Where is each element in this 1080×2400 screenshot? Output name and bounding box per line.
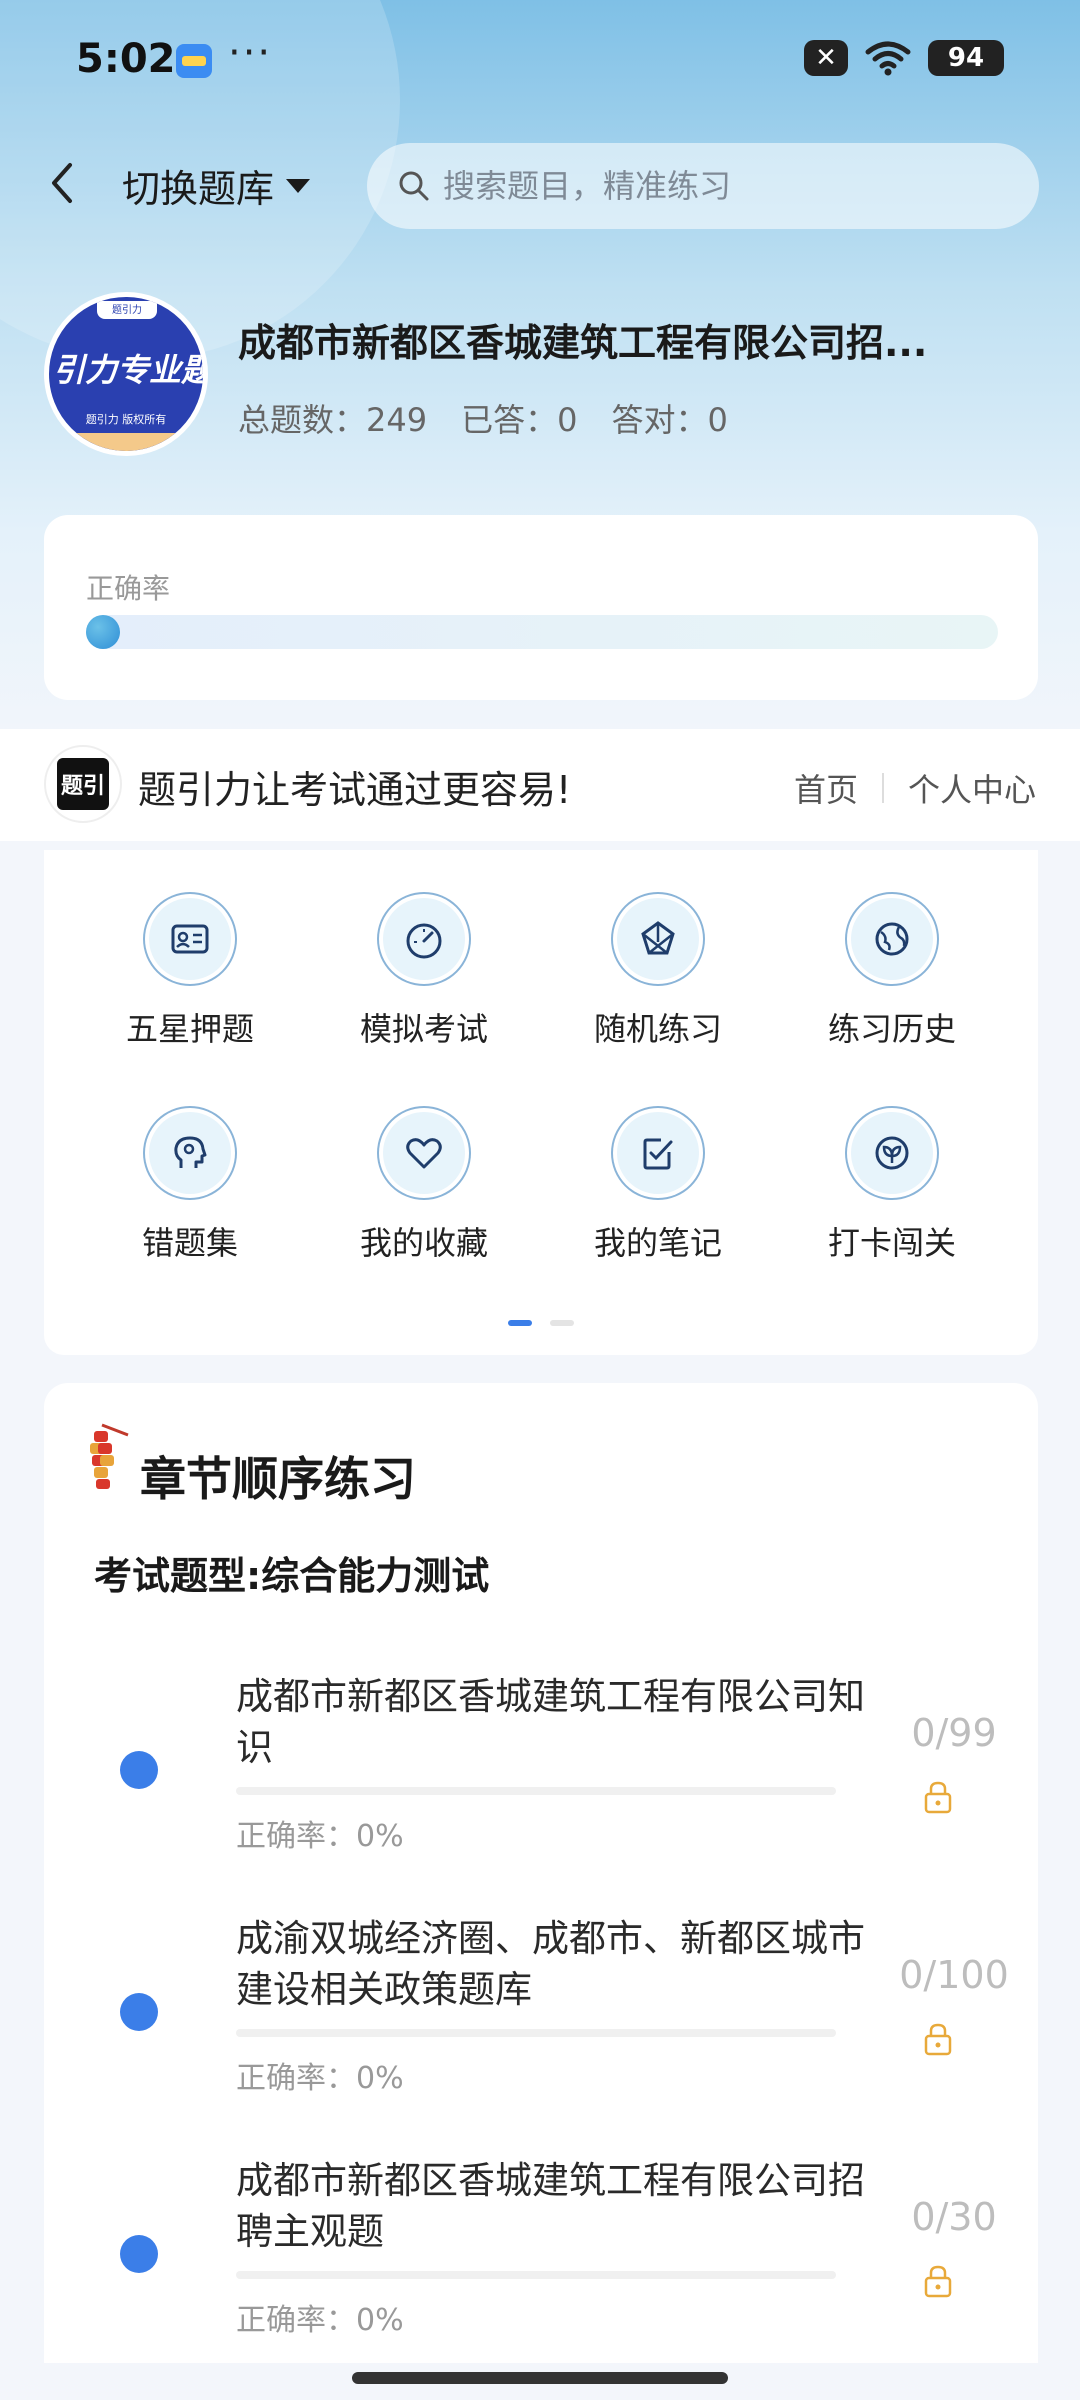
chapter-count: 0/100 <box>899 1953 1009 1997</box>
nav-home-link[interactable]: 首页 <box>794 765 858 811</box>
chapter-accuracy: 正确率：0% <box>236 2061 404 2096</box>
note-icon <box>617 1112 699 1194</box>
bank-logo-tag: 题引力 <box>97 301 157 319</box>
leaf-icon <box>851 1112 933 1194</box>
feature-five-star[interactable]: 五星押题 <box>90 898 290 1050</box>
total-count: 总题数：249 <box>238 401 428 439</box>
banner-slogan: 题引力让考试通过更容易! <box>138 768 572 812</box>
features-pager <box>508 1320 574 1326</box>
answered-count: 已答：0 <box>461 401 578 439</box>
id-card-icon <box>149 898 231 980</box>
chapter-item[interactable]: 成渝双城经济圈、成都市、新都区城市建设相关政策题库 正确率：0% 0/100 <box>44 1913 1038 2133</box>
home-indicator[interactable] <box>352 2372 728 2384</box>
head-icon <box>149 1112 231 1194</box>
chapter-section-title: 章节顺序练习 <box>140 1452 416 1506</box>
chapter-item-title: 成渝双城经济圈、成都市、新都区城市建设相关政策题库 <box>236 1917 865 2011</box>
pager-dot-active[interactable] <box>508 1320 532 1326</box>
feature-label: 五星押题 <box>125 1010 254 1048</box>
pager-dot[interactable] <box>550 1320 574 1326</box>
lock-icon <box>924 2265 952 2298</box>
bank-logo: 题引力 引力专业题 题引力 版权所有 <box>44 292 208 456</box>
feature-favorites[interactable]: 我的收藏 <box>324 1112 524 1264</box>
lock-icon <box>924 1781 952 1814</box>
chapter-bullet <box>120 1751 158 1789</box>
bank-logo-text: 引力专业题 <box>52 351 208 389</box>
chapter-progress-bar <box>236 2271 836 2279</box>
bank-logo-subtext: 题引力 版权所有 <box>85 413 167 426</box>
caret-down-icon <box>286 178 311 193</box>
search-bar[interactable] <box>367 143 1039 229</box>
gauge-icon <box>383 898 465 980</box>
shuffle-icon <box>617 898 699 980</box>
more-notifications-icon: ··· <box>228 30 273 76</box>
switch-bank-label: 切换题库 <box>122 167 275 211</box>
feature-label: 打卡闯关 <box>827 1224 956 1262</box>
nav-profile-link[interactable]: 个人中心 <box>908 765 1036 811</box>
banner-nav: 首页 个人中心 <box>794 765 1036 811</box>
chapter-progress-bar <box>236 2029 836 2037</box>
chapter-item-title: 成都市新都区香城建筑工程有限公司招聘主观题 <box>236 2159 865 2253</box>
feature-label: 随机练习 <box>593 1010 722 1048</box>
features-grid: 五星押题 模拟考试 随机练习 练习历史 错题集 我的收藏 我的笔记 打卡闯关 <box>44 850 1038 1355</box>
chapter-item[interactable]: 成都市新都区香城建筑工程有限公司知识 正确率：0% 0/99 <box>44 1671 1038 1891</box>
status-time: 5:02 <box>76 36 176 82</box>
feature-label: 我的收藏 <box>359 1224 488 1262</box>
feature-label: 错题集 <box>141 1224 238 1262</box>
chapter-count: 0/99 <box>911 1711 997 1755</box>
feature-mock-exam[interactable]: 模拟考试 <box>324 898 524 1050</box>
nav-divider <box>881 773 884 803</box>
bank-title: 成都市新都区香城建筑工程有限公司招... <box>238 321 928 365</box>
feature-check-in[interactable]: 打卡闯关 <box>792 1112 992 1264</box>
switch-bank-dropdown[interactable]: 切换题库 <box>122 158 311 213</box>
feature-notes[interactable]: 我的笔记 <box>558 1112 758 1264</box>
chapter-count: 0/30 <box>911 2195 997 2239</box>
chapter-item[interactable]: 成都市新都区香城建筑工程有限公司招聘主观题 正确率：0% 0/30 <box>44 2155 1038 2375</box>
bank-stats: 总题数：249 已答：0 答对：0 <box>238 395 728 441</box>
chapter-item-title: 成都市新都区香城建筑工程有限公司知识 <box>236 1675 865 1769</box>
search-icon <box>399 171 429 201</box>
chapter-bullet <box>120 1993 158 2031</box>
exam-type-label: 考试题型:综合能力测试 <box>94 1545 490 1602</box>
globe-icon <box>851 898 933 980</box>
feature-wrong-questions[interactable]: 错题集 <box>90 1112 290 1264</box>
feature-random-practice[interactable]: 随机练习 <box>558 898 758 1050</box>
search-input[interactable] <box>441 166 1005 206</box>
chapter-bullet <box>120 2235 158 2273</box>
chapter-accuracy: 正确率：0% <box>236 1819 404 1854</box>
lock-icon <box>924 2023 952 2056</box>
correct-count: 答对：0 <box>611 401 728 439</box>
chapter-practice-card: 章节顺序练习 考试题型:综合能力测试 成都市新都区香城建筑工程有限公司知识 正确… <box>44 1383 1038 2363</box>
accuracy-card: 正确率 <box>44 515 1038 700</box>
heart-icon <box>383 1112 465 1194</box>
wallet-app-icon <box>176 44 212 78</box>
battery-indicator: 94 <box>928 40 1004 76</box>
feature-label: 我的笔记 <box>593 1224 722 1262</box>
feature-label: 练习历史 <box>827 1010 956 1048</box>
promo-banner: 题引 题引力让考试通过更容易! 首页 个人中心 <box>0 729 1080 841</box>
accuracy-label: 正确率 <box>86 572 171 605</box>
back-icon[interactable] <box>40 155 86 211</box>
feature-practice-history[interactable]: 练习历史 <box>792 898 992 1050</box>
wifi-icon <box>865 41 911 76</box>
status-bar: 5:02 ··· ✕ 94 <box>0 0 1080 130</box>
chapter-accuracy: 正确率：0% <box>236 2303 404 2338</box>
accuracy-progress-bar <box>86 615 998 649</box>
chapter-progress-bar <box>236 1787 836 1795</box>
firecracker-icon <box>90 1423 129 1489</box>
accuracy-progress-indicator <box>86 615 120 649</box>
app-logo: 题引 <box>44 745 122 823</box>
feature-label: 模拟考试 <box>359 1010 488 1048</box>
no-sim-icon: ✕ <box>804 40 848 76</box>
